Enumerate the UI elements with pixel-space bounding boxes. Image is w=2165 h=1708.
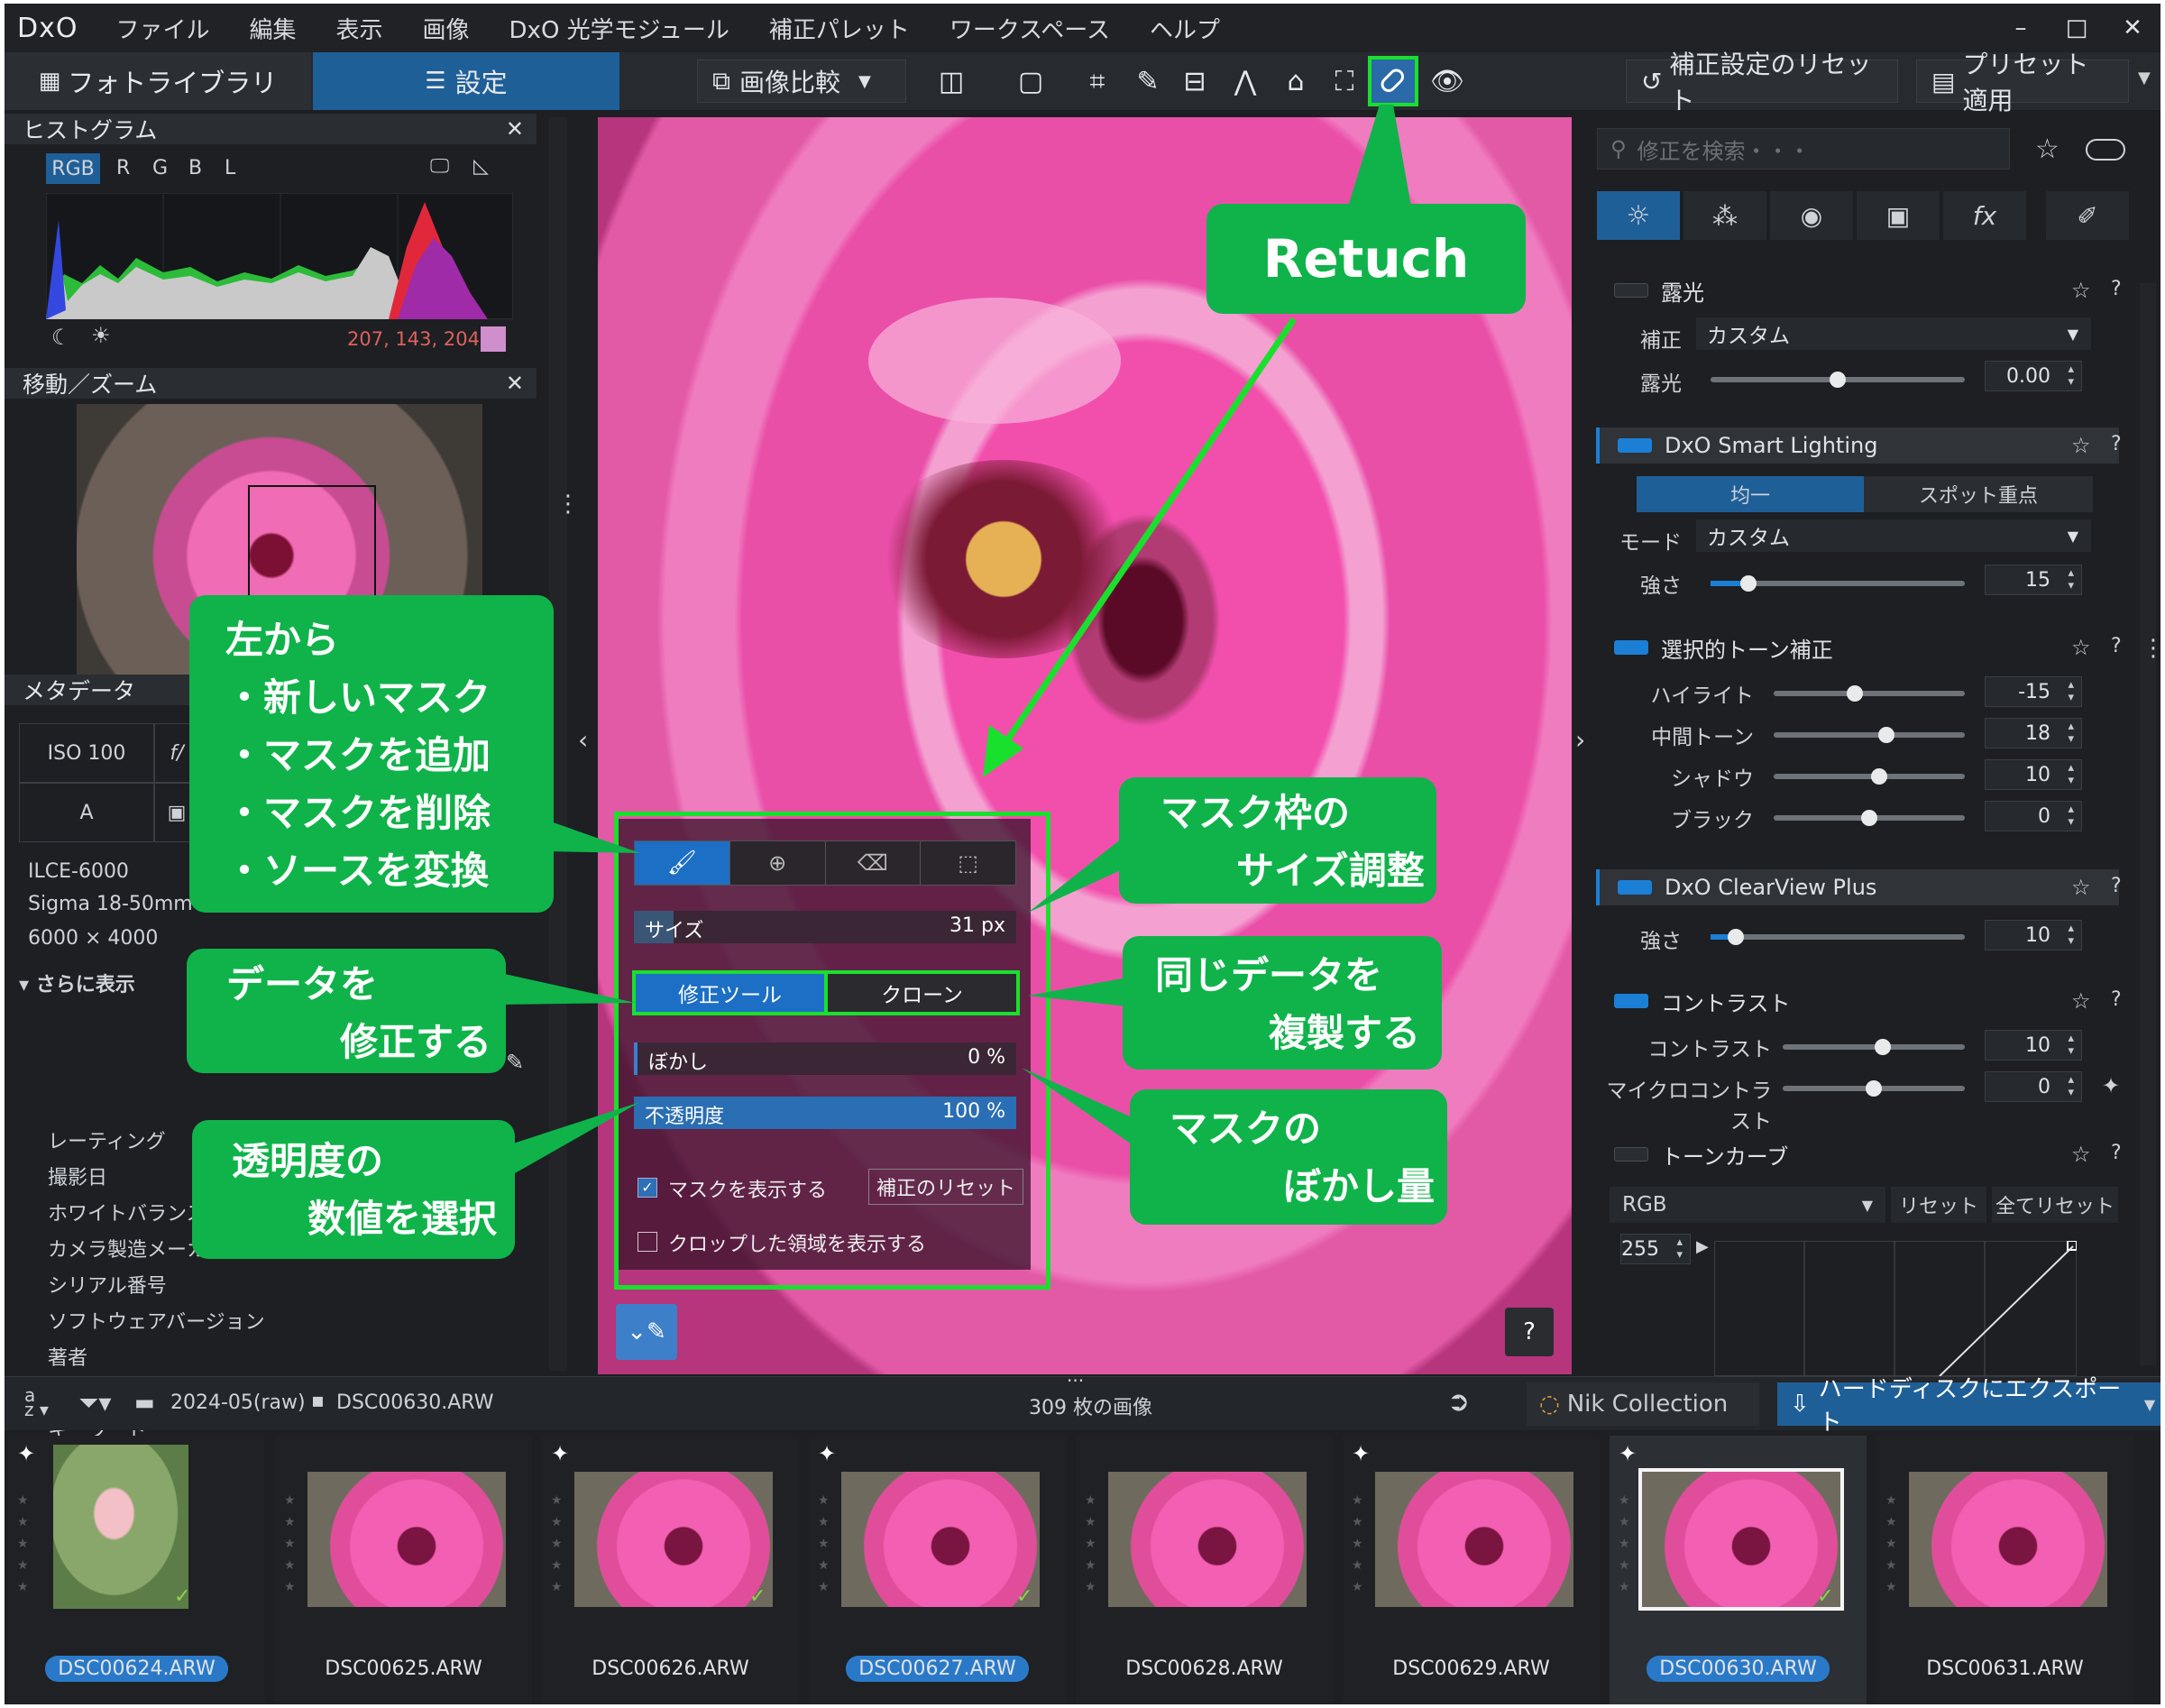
callout-feather: マスクの ぼかし量	[1130, 1089, 1447, 1225]
dxo-photolab-window: DxO ファイル 編集 表示 画像 DxO 光学モジュール 補正パレット ワーク…	[5, 4, 2160, 1704]
callout-mask-tools: 左から ・新しいマスク ・マスクを追加 ・マスクを削除 ・ソースを変換	[189, 595, 554, 913]
callout-opacity: 透明度の 数値を選択	[192, 1120, 515, 1259]
callout-mask-size: マスク枠の サイズ調整	[1119, 777, 1436, 904]
callout-retouch: Retuch	[1206, 204, 1526, 314]
callout-clone: 同じデータを 複製する	[1123, 936, 1442, 1070]
callout-repair: データを 修正する	[187, 949, 506, 1073]
